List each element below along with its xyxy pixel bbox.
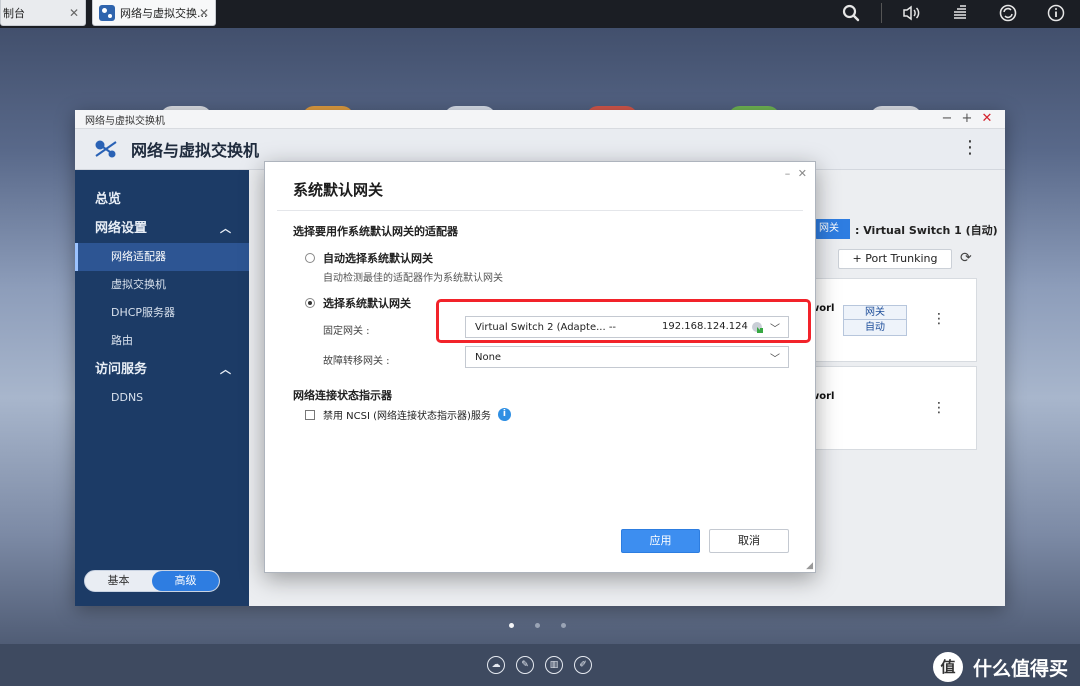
app-title: 网络与虚拟交换机 xyxy=(131,141,260,160)
radio-label: 选择系统默认网关 xyxy=(323,297,411,310)
minimize-button[interactable]: − xyxy=(937,112,957,126)
manual-gateway-radio[interactable]: 选择系统默认网关 xyxy=(305,295,411,311)
more-menu-icon[interactable]: ⋮ xyxy=(932,400,946,416)
resize-grip-icon[interactable]: ◢ xyxy=(806,561,813,571)
sidebar-item-network-adapter[interactable]: 网络适配器 xyxy=(75,243,249,271)
stack-icon[interactable] xyxy=(947,2,973,24)
maximize-button[interactable]: + xyxy=(957,112,977,126)
sidebar-item-virtual-switch[interactable]: 虚拟交换机 xyxy=(75,271,249,299)
system-tab-label: 制台 xyxy=(3,6,25,20)
more-menu-icon[interactable]: ⋮ xyxy=(961,139,979,157)
dock-note-icon[interactable]: ✐ xyxy=(574,656,592,674)
mode-toggle[interactable]: 基本 高级 xyxy=(84,570,220,592)
chevron-down-icon: ﹀ xyxy=(770,354,780,365)
sidebar-item-routing[interactable]: 路由 xyxy=(75,327,249,355)
failover-gateway-select[interactable]: None ﹀ xyxy=(465,346,789,368)
search-icon[interactable] xyxy=(838,2,864,24)
auto-gateway-radio[interactable]: 自动选择系统默认网关 xyxy=(305,250,433,266)
auto-gateway-hint: 自动检测最佳的适配器作为系统默认网关 xyxy=(323,273,503,284)
system-top-bar: 制台 ✕ 网络与虚拟交换... ✕ xyxy=(0,0,1080,28)
gateway-badge: 网关 xyxy=(814,219,850,239)
fixed-gateway-select[interactable]: Virtual Switch 2 (Adapte... -- 192.168.1… xyxy=(465,316,789,338)
window-title: 网络与虚拟交换机 xyxy=(85,115,165,127)
ncsi-section-heading: 网络连接状态指示器 xyxy=(293,389,392,402)
gateway-status-mode: 自动 xyxy=(865,322,885,333)
pager-dot[interactable] xyxy=(509,623,514,628)
sidebar-group-network-settings[interactable]: 网络设置 ︿ xyxy=(75,214,249,243)
failover-gateway-label: 故障转移网关 : xyxy=(323,356,390,367)
mode-basic-button[interactable]: 基本 xyxy=(85,571,152,591)
refresh-icon[interactable]: ⟳ xyxy=(960,250,972,266)
default-gateway-label: : Virtual Switch 1 (自动) xyxy=(855,224,998,237)
info-icon[interactable]: i xyxy=(497,408,511,421)
sidebar-item-overview[interactable]: 总览 xyxy=(75,185,249,214)
dialog-close-button[interactable]: ✕ xyxy=(798,167,807,180)
adapter-card[interactable]: worl ⋮ xyxy=(809,366,977,450)
checkbox-label: 禁用 NCSI (网络连接状态指示器)服务 xyxy=(323,411,491,422)
sync-icon[interactable] xyxy=(995,2,1021,24)
sidebar-item-dhcp-server[interactable]: DHCP服务器 xyxy=(75,299,249,327)
network-switch-icon xyxy=(95,140,117,158)
sidebar-item-ddns[interactable]: DDNS xyxy=(75,384,249,412)
chevron-up-icon: ︿ xyxy=(220,363,231,376)
close-button[interactable]: ✕ xyxy=(977,112,997,126)
dock-tools-icon[interactable]: ✎ xyxy=(516,656,534,674)
pager-dot[interactable] xyxy=(535,623,540,628)
radio-label: 自动选择系统默认网关 xyxy=(323,252,433,265)
info-icon[interactable] xyxy=(1043,2,1069,24)
chevron-up-icon: ︿ xyxy=(220,222,231,235)
sidebar-group-label: 访问服务 xyxy=(95,362,148,377)
adapter-card[interactable]: worl 网关 自动 ⋮ xyxy=(809,278,977,362)
window-titlebar[interactable]: 网络与虚拟交换机 − + ✕ xyxy=(75,110,1005,129)
chevron-down-icon: ﹀ xyxy=(770,324,780,335)
gateway-status-badge: 网关 自动 xyxy=(843,305,907,336)
disable-ncsi-checkbox[interactable]: 禁用 NCSI (网络连接状态指示器)服务 i xyxy=(305,407,511,422)
system-tab-network[interactable]: 网络与虚拟交换... ✕ xyxy=(92,0,216,26)
dock-columns-icon[interactable]: ▥ xyxy=(545,656,563,674)
watermark-logo: 值 xyxy=(932,652,963,682)
system-tab-console[interactable]: 制台 ✕ xyxy=(0,0,86,26)
sidebar-group-access-services[interactable]: 访问服务 ︿ xyxy=(75,355,249,384)
close-icon[interactable]: ✕ xyxy=(69,6,79,20)
divider xyxy=(881,3,882,23)
pager-dot[interactable] xyxy=(561,623,566,628)
dock-cloud-icon[interactable]: ☁ xyxy=(487,656,505,674)
failover-gateway-value: None xyxy=(475,351,502,363)
fixed-gateway-ip: 192.168.124.124 xyxy=(662,321,748,332)
watermark: 值 什么值得买 xyxy=(932,652,1068,682)
apply-button[interactable]: 应用 xyxy=(621,529,700,553)
sidebar-group-label: 网络设置 xyxy=(95,221,148,236)
volume-icon[interactable] xyxy=(899,2,925,24)
desktop-pager xyxy=(509,623,587,628)
more-menu-icon[interactable]: ⋮ xyxy=(932,311,946,327)
adapter-section-heading: 选择要用作系统默认网关的适配器 xyxy=(293,225,458,238)
default-gateway-dialog: 系统默认网关 – ✕ 选择要用作系统默认网关的适配器 自动选择系统默认网关 自动… xyxy=(264,161,816,573)
checkbox[interactable] xyxy=(305,409,315,420)
network-app-icon xyxy=(99,4,115,21)
watermark-text: 什么值得买 xyxy=(972,657,1068,680)
gateway-status-label: 网关 xyxy=(844,306,906,320)
fixed-gateway-label: 固定网关 : xyxy=(323,326,370,337)
mode-advanced-button[interactable]: 高级 xyxy=(152,571,219,591)
radio-button[interactable] xyxy=(305,298,315,308)
network-connected-icon xyxy=(752,322,763,333)
system-tab-label: 网络与虚拟交换... xyxy=(120,6,208,20)
radio-button[interactable] xyxy=(305,253,315,263)
fixed-gateway-value: Virtual Switch 2 (Adapte... -- xyxy=(475,321,617,333)
dialog-title: 系统默认网关 xyxy=(293,181,384,199)
dialog-minimize-button[interactable]: – xyxy=(785,167,791,180)
cancel-button[interactable]: 取消 xyxy=(709,529,789,553)
sidebar: 总览 网络设置 ︿ 网络适配器 虚拟交换机 DHCP服务器 路由 访问服务 ︿ … xyxy=(75,170,249,606)
dock: ☁ ✎ ▥ ✐ 值 什么值得买 xyxy=(0,644,1080,686)
close-icon[interactable]: ✕ xyxy=(199,6,209,20)
port-trunking-button[interactable]: + Port Trunking xyxy=(838,249,952,269)
divider xyxy=(277,210,803,211)
